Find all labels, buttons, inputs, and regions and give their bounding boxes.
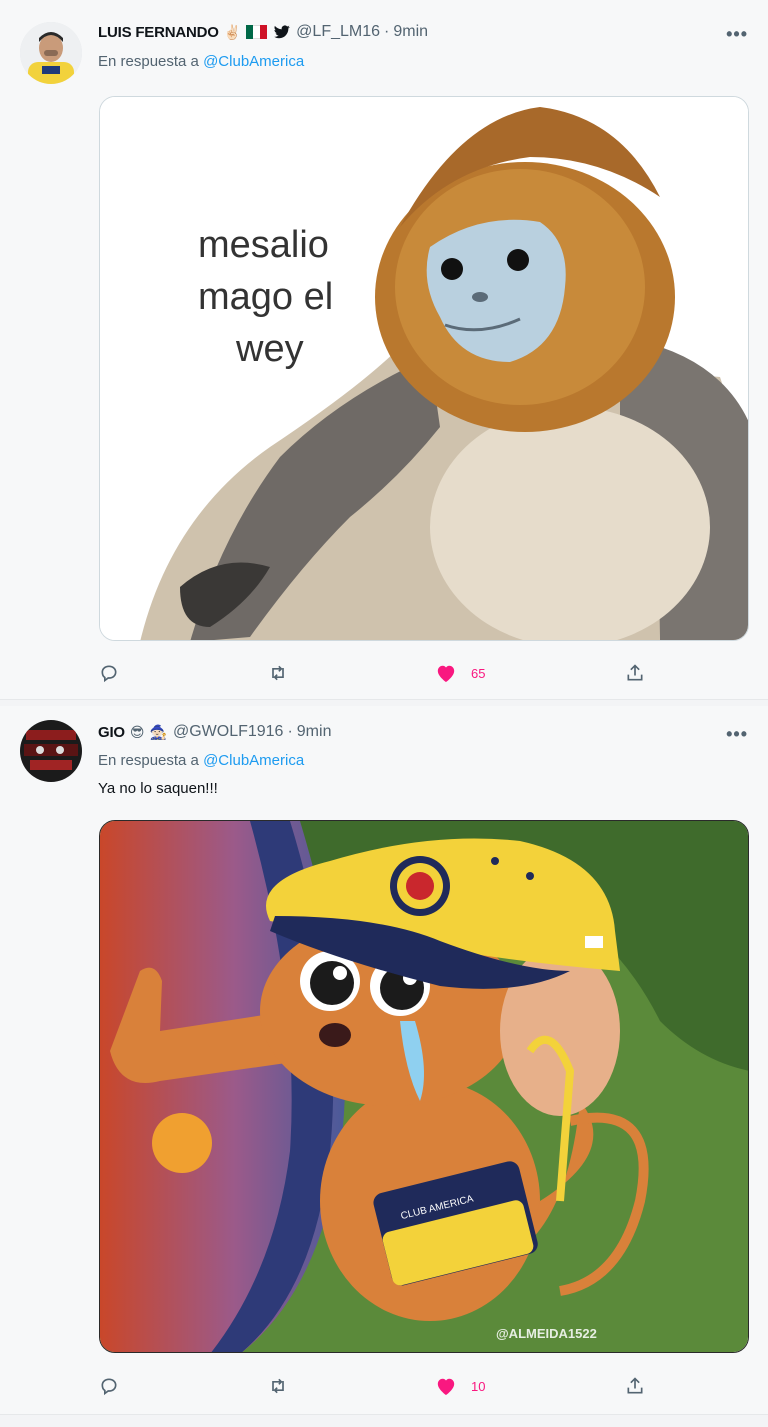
more-options-icon[interactable]: ••• — [726, 724, 748, 745]
reply-mention-link[interactable]: @ClubAmerica — [203, 53, 304, 70]
like-count: 65 — [471, 665, 486, 681]
meme-text-line-1: mesalio — [198, 224, 329, 266]
victory-hand-emoji: ✌🏻 — [223, 24, 242, 40]
retweet-icon — [272, 1378, 284, 1394]
crying-mouse-meme-image: CLUB AMERICA @ALMEIDA1522 — [100, 821, 748, 1352]
tweet-text: Ya no lo saquen!!! — [98, 780, 218, 797]
sunglasses-emoji: 😎 — [129, 724, 145, 740]
reply-button[interactable] — [99, 661, 119, 685]
retweet-icon — [272, 665, 284, 681]
display-name[interactable]: LUIS FERNANDO — [98, 24, 219, 41]
share-icon — [627, 1377, 643, 1394]
tweet-image[interactable]: CLUB AMERICA @ALMEIDA1522 — [99, 820, 749, 1353]
more-options-icon[interactable]: ••• — [726, 24, 748, 45]
reply-context: En respuesta a @ClubAmerica — [98, 752, 304, 769]
tweet-header: GIO 😎 🧙🏻 @GWOLF1916 · 9min — [98, 723, 331, 741]
retweet-button[interactable] — [267, 1374, 289, 1398]
wizard-emoji: 🧙🏻 — [149, 724, 167, 740]
share-icon — [627, 664, 643, 681]
mexico-flag-icon — [246, 25, 268, 39]
avatar[interactable] — [20, 22, 82, 84]
separator-dot: · — [384, 23, 390, 40]
meme-text-line-3: wey — [235, 328, 304, 370]
user-handle[interactable]: @GWOLF1916 — [173, 723, 284, 741]
reply-prefix: En respuesta a — [98, 53, 199, 70]
tweet[interactable]: GIO 😎 🧙🏻 @GWOLF1916 · 9min ••• En respue… — [0, 706, 768, 1415]
tweet-actions: 65 — [99, 661, 659, 685]
share-button[interactable] — [625, 661, 645, 685]
heart-filled-icon — [437, 1378, 455, 1396]
tweet-image[interactable]: mesalio mago el wey — [99, 96, 749, 641]
tweet-time[interactable]: 9min — [297, 723, 332, 741]
monkey-meme-image: mesalio mago el wey — [100, 97, 748, 640]
user-handle[interactable]: @LF_LM16 — [296, 23, 380, 41]
twitter-bird-icon — [274, 25, 290, 39]
like-count: 10 — [471, 1378, 486, 1394]
reply-mention-link[interactable]: @ClubAmerica — [203, 752, 304, 769]
like-button[interactable]: 10 — [435, 1374, 485, 1398]
heart-filled-icon — [437, 665, 455, 683]
tweet-time[interactable]: 9min — [393, 23, 428, 41]
meme-text-line-2: mago el — [198, 276, 333, 318]
reply-icon — [101, 665, 117, 683]
image-watermark: @ALMEIDA1522 — [496, 1326, 597, 1341]
reply-prefix: En respuesta a — [98, 752, 199, 769]
reply-icon — [101, 1378, 117, 1396]
tweet-actions: 10 — [99, 1374, 659, 1398]
separator-dot: · — [287, 723, 293, 740]
tweet-header: LUIS FERNANDO ✌🏻 @LF_LM16 · 9min — [98, 23, 428, 41]
tweet[interactable]: LUIS FERNANDO ✌🏻 @LF_LM16 · 9min ••• En … — [0, 0, 768, 700]
display-name[interactable]: GIO — [98, 724, 125, 741]
reply-context: En respuesta a @ClubAmerica — [98, 53, 304, 70]
like-button[interactable]: 65 — [435, 661, 485, 685]
share-button[interactable] — [625, 1374, 645, 1398]
avatar[interactable] — [20, 720, 82, 782]
reply-button[interactable] — [99, 1374, 119, 1398]
retweet-button[interactable] — [267, 661, 289, 685]
